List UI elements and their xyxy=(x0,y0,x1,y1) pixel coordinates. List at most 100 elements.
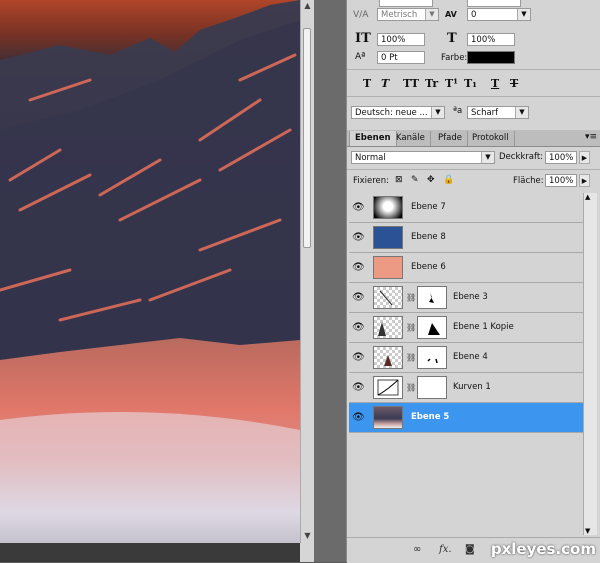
layer-mask-thumbnail xyxy=(417,316,447,339)
layer-mask-thumbnail xyxy=(417,286,447,309)
scroll-up-arrow-icon[interactable]: ▲ xyxy=(585,193,590,201)
tracking-icon: AV xyxy=(445,10,457,19)
layer-row[interactable]: 👁 Ebene 6 xyxy=(349,253,583,283)
leading-field-top[interactable] xyxy=(467,0,521,7)
eye-icon[interactable]: 👁 xyxy=(352,202,365,214)
lock-pixels-icon[interactable]: ✎ xyxy=(411,175,419,185)
strikethrough-button[interactable]: T xyxy=(510,77,518,90)
chevron-down-icon: ▼ xyxy=(481,152,494,163)
kerning-icon: V/A xyxy=(353,10,369,20)
link-icon: ⛓ xyxy=(406,353,417,362)
blend-mode-dropdown[interactable]: Normal ▼ xyxy=(351,151,495,164)
color-swatch[interactable] xyxy=(467,51,515,64)
divider xyxy=(347,69,600,70)
language-dropdown[interactable]: Deutsch: neue ... ▼ xyxy=(351,106,445,119)
link-icon: ⛓ xyxy=(406,323,417,332)
vertical-scale-field[interactable]: 100% xyxy=(377,33,425,46)
tab-kanaele[interactable]: Kanäle xyxy=(391,131,431,146)
layer-thumbnail xyxy=(373,226,403,249)
layer-name: Ebene 7 xyxy=(411,202,446,212)
layer-row[interactable]: 👁 ⛓ Kurven 1 xyxy=(349,373,583,403)
chevron-down-icon: ▼ xyxy=(517,9,530,20)
antialias-dropdown[interactable]: Scharf ▼ xyxy=(467,106,529,119)
fx-icon[interactable]: fx. xyxy=(439,544,452,555)
antialias-icon: ªa xyxy=(453,106,463,116)
eye-icon[interactable]: 👁 xyxy=(352,382,365,394)
watermark-logo: pxleyes.com xyxy=(490,540,596,558)
layer-name: Ebene 3 xyxy=(453,292,488,302)
layer-row[interactable]: 👁 ⛓ Ebene 1 Kopie xyxy=(349,313,583,343)
tab-protokoll[interactable]: Protokoll xyxy=(467,131,515,146)
eye-icon[interactable]: 👁 xyxy=(352,232,365,244)
kerning-dropdown[interactable]: Metrisch ▼ xyxy=(377,8,439,21)
link-icon: ⛓ xyxy=(406,293,417,302)
layer-row[interactable]: 👁 Ebene 8 xyxy=(349,223,583,253)
subscript-button[interactable]: T₁ xyxy=(464,77,477,90)
tracking-dropdown[interactable]: 0 ▼ xyxy=(467,8,531,21)
layer-mask-thumbnail xyxy=(417,346,447,369)
link-icon: ⛓ xyxy=(406,383,417,392)
layer-name: Ebene 8 xyxy=(411,232,446,242)
tab-ebenen[interactable]: Ebenen xyxy=(349,131,397,146)
layer-thumbnail xyxy=(373,286,403,309)
document-canvas[interactable] xyxy=(0,0,300,562)
layer-thumbnail xyxy=(373,316,403,339)
eye-icon[interactable]: 👁 xyxy=(352,352,365,364)
panels-dock: V/A Metrisch ▼ AV 0 ▼ IT 100% T 100% Aª … xyxy=(346,0,600,563)
vertical-scale-icon: IT xyxy=(355,31,371,46)
baseline-field[interactable]: 0 Pt xyxy=(377,51,425,64)
italic-button[interactable]: T xyxy=(381,77,389,90)
layer-name: Ebene 4 xyxy=(453,352,488,362)
panel-gutter xyxy=(314,0,346,562)
layer-name: Ebene 5 xyxy=(411,412,450,422)
baseline-icon: Aª xyxy=(355,52,366,62)
layer-thumbnail xyxy=(373,346,403,369)
opacity-field[interactable]: 100% xyxy=(545,151,577,164)
chevron-down-icon: ▼ xyxy=(425,9,438,20)
layer-thumbnail xyxy=(373,196,403,219)
lock-all-icon[interactable]: 🔒 xyxy=(443,175,454,185)
layers-scrollbar[interactable]: ▲ ▼ xyxy=(583,193,597,535)
scroll-down-arrow-icon[interactable]: ▼ xyxy=(302,530,313,541)
fill-slider-arrow-icon[interactable]: ▶ xyxy=(579,174,590,187)
bold-button[interactable]: T xyxy=(363,77,371,90)
all-caps-button[interactable]: TT xyxy=(403,77,419,90)
scroll-corner xyxy=(300,543,314,562)
scroll-up-arrow-icon[interactable]: ▲ xyxy=(302,0,313,11)
superscript-button[interactable]: T¹ xyxy=(445,77,458,90)
fill-field[interactable]: 100% xyxy=(545,174,577,187)
fill-label: Fläche: xyxy=(513,176,544,186)
eye-icon[interactable]: 👁 xyxy=(352,412,365,424)
scroll-down-arrow-icon[interactable]: ▼ xyxy=(585,527,590,535)
eye-icon[interactable]: 👁 xyxy=(352,322,365,334)
layer-row[interactable]: 👁 ⛓ Ebene 4 xyxy=(349,343,583,373)
mask-icon[interactable]: ◙ xyxy=(465,544,475,555)
layer-row[interactable]: 👁 Ebene 5 xyxy=(349,403,583,433)
layer-name: Kurven 1 xyxy=(453,382,491,392)
chevron-down-icon: ▼ xyxy=(515,107,528,118)
horizontal-scale-field[interactable]: 100% xyxy=(467,33,515,46)
lock-position-icon[interactable]: ✥ xyxy=(427,175,435,185)
scrollbar-thumb[interactable] xyxy=(303,28,311,248)
canvas-vertical-scrollbar[interactable]: ▲ ▼ xyxy=(300,0,314,543)
opacity-slider-arrow-icon[interactable]: ▶ xyxy=(579,151,590,164)
layer-mask-thumbnail xyxy=(417,376,447,399)
link-icon[interactable]: ∞ xyxy=(413,544,421,555)
opacity-label: Deckkraft: xyxy=(499,152,544,162)
tab-pfade[interactable]: Pfade xyxy=(433,131,468,146)
panel-menu-icon[interactable]: ▾≡ xyxy=(585,132,597,142)
color-label: Farbe: xyxy=(441,53,468,63)
eye-icon[interactable]: 👁 xyxy=(352,292,365,304)
horizontal-scale-icon: T xyxy=(447,31,457,46)
layer-name: Ebene 1 Kopie xyxy=(453,322,514,332)
canvas-image xyxy=(0,0,300,543)
layer-row[interactable]: 👁 ⛓ Ebene 3 xyxy=(349,283,583,313)
size-field-top[interactable] xyxy=(379,0,433,7)
status-bar xyxy=(0,543,300,562)
eye-icon[interactable]: 👁 xyxy=(352,262,365,274)
small-caps-button[interactable]: Tr xyxy=(425,77,438,90)
lock-transparency-icon[interactable]: ⊠ xyxy=(395,175,403,185)
layers-panel-tabs: Ebenen Kanäle Pfade Protokoll ▾≡ xyxy=(347,130,600,147)
layer-row[interactable]: 👁 Ebene 7 xyxy=(349,193,583,223)
underline-button[interactable]: T xyxy=(491,77,499,90)
